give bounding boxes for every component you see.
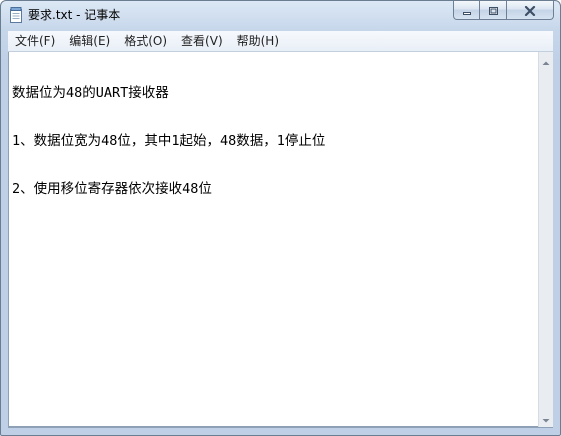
menu-view[interactable]: 查看(V) — [174, 31, 230, 51]
window-title: 要求.txt - 记事本 — [28, 8, 121, 22]
text-line: 数据位为48的UART接收器 — [12, 85, 169, 101]
text-editor[interactable]: 数据位为48的UART接收器 1、数据位宽为48位，其中1起始，48数据，1停止… — [8, 52, 539, 427]
menu-format[interactable]: 格式(O) — [117, 31, 174, 51]
scroll-down-button[interactable] — [539, 410, 553, 427]
editor-bottom-border — [8, 427, 553, 428]
vertical-scrollbar[interactable] — [538, 52, 553, 427]
minimize-button[interactable] — [453, 1, 480, 20]
notepad-window: 要求.txt - 记事本 文件(F) 编辑(E) 格式(O) 查看(V) 帮助(… — [0, 0, 561, 436]
minimize-icon — [462, 1, 472, 20]
editor-text: 数据位为48的UART接收器 1、数据位宽为48位，其中1起始，48数据，1停止… — [12, 53, 325, 229]
close-icon — [524, 1, 536, 20]
scroll-up-button[interactable] — [539, 52, 553, 69]
maximize-icon — [488, 1, 499, 20]
scroll-down-arrow-icon — [542, 409, 550, 428]
menu-help[interactable]: 帮助(H) — [230, 31, 286, 51]
menu-file[interactable]: 文件(F) — [8, 31, 62, 51]
title-bar[interactable]: 要求.txt - 记事本 — [1, 1, 560, 29]
maximize-button[interactable] — [480, 1, 507, 20]
notepad-icon[interactable] — [9, 7, 23, 23]
text-line: 2、使用移位寄存器依次接收48位 — [12, 181, 212, 197]
scroll-up-arrow-icon — [542, 51, 550, 70]
caption-buttons — [453, 1, 554, 21]
menu-edit[interactable]: 编辑(E) — [62, 31, 117, 51]
menu-bar: 文件(F) 编辑(E) 格式(O) 查看(V) 帮助(H) — [8, 31, 553, 52]
close-button[interactable] — [507, 1, 554, 20]
text-line: 1、数据位宽为48位，其中1起始，48数据，1停止位 — [12, 133, 326, 149]
